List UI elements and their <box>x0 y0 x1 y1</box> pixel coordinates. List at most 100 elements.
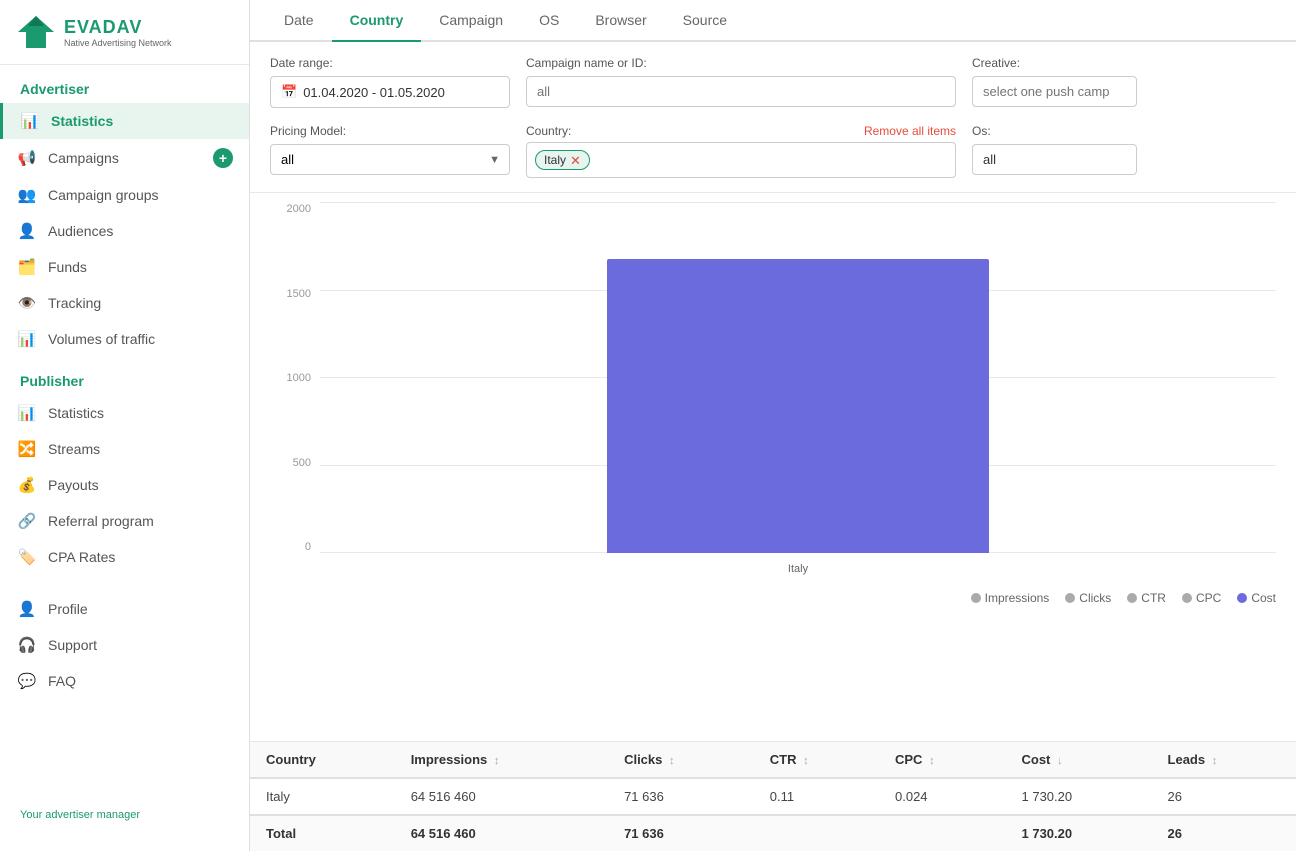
country-tag-italy: Italy ✕ <box>535 150 590 170</box>
os-filter-group: Os: all <box>972 124 1137 175</box>
table-header-row: CountryImpressions ↕Clicks ↕CTR ↕CPC ↕Co… <box>250 742 1296 778</box>
os-input[interactable]: all <box>972 144 1137 175</box>
cell-leads: 26 <box>1152 778 1296 815</box>
tab-campaign[interactable]: Campaign <box>421 0 521 42</box>
campaign-input[interactable] <box>526 76 956 107</box>
tab-country[interactable]: Country <box>332 0 422 42</box>
legend-item-clicks: Clicks <box>1065 591 1111 605</box>
cell-impressions: 64 516 460 <box>395 778 608 815</box>
footer-cell-clicks: 71 636 <box>608 815 754 851</box>
country-label: Country: <box>526 124 571 138</box>
sidebar-item-funds[interactable]: 🗂️ Funds <box>0 249 249 285</box>
table-body: Italy64 516 46071 6360.110.0241 730.2026 <box>250 778 1296 815</box>
date-range-input[interactable]: 📅 01.04.2020 - 01.05.2020 <box>270 76 510 108</box>
tab-source[interactable]: Source <box>665 0 745 42</box>
pricing-model-label: Pricing Model: <box>270 124 510 138</box>
os-value: all <box>983 152 996 167</box>
table-footer-row: Total64 516 46071 6361 730.2026 <box>250 815 1296 851</box>
sidebar-item-label-statistics: Statistics <box>51 113 113 129</box>
sort-icon: ↕ <box>929 755 935 767</box>
country-tags-box[interactable]: Italy ✕ <box>526 142 956 178</box>
publisher-section-label: Publisher <box>0 357 249 395</box>
sidebar-item-support[interactable]: 🎧 Support <box>0 627 249 663</box>
footer-cell-impressions: 64 516 460 <box>395 815 608 851</box>
chart-legend: Impressions Clicks CTR CPC Cost <box>270 583 1276 613</box>
table-row: Italy64 516 46071 6360.110.0241 730.2026 <box>250 778 1296 815</box>
pricing-model-select[interactable]: all CPC CPM CPA <box>270 144 510 175</box>
sidebar-item-label-audiences: Audiences <box>48 223 113 239</box>
sidebar-item-label-campaigns: Campaigns <box>48 150 119 166</box>
sidebar-item-campaign_groups[interactable]: 👥 Campaign groups <box>0 177 249 213</box>
chart-container: 0500100015002000 Italy <box>270 203 1276 583</box>
profile-icon: 👤 <box>16 600 38 618</box>
sidebar-item-pub_statistics[interactable]: 📊 Statistics <box>0 395 249 431</box>
cell-clicks: 71 636 <box>608 778 754 815</box>
col-header-clicks[interactable]: Clicks ↕ <box>608 742 754 778</box>
col-header-leads[interactable]: Leads ↕ <box>1152 742 1296 778</box>
bottom-nav: 👤 Profile 🎧 Support 💬 FAQ <box>0 591 249 699</box>
creative-text-input[interactable] <box>983 84 1126 99</box>
sidebar-item-label-payouts: Payouts <box>48 477 99 493</box>
country-filter-header: Country: Remove all items <box>526 124 956 138</box>
sidebar-item-label-tracking: Tracking <box>48 295 101 311</box>
sidebar-item-label-referral: Referral program <box>48 513 154 529</box>
tab-date[interactable]: Date <box>266 0 332 42</box>
footer-cell-leads: 26 <box>1152 815 1296 851</box>
legend-dot-cpc <box>1182 593 1192 603</box>
chart-y-labels: 0500100015002000 <box>270 203 315 553</box>
legend-item-ctr: CTR <box>1127 591 1166 605</box>
advertiser-manager: Your advertiser manager <box>0 799 249 831</box>
legend-label-ctr: CTR <box>1141 591 1166 605</box>
remove-tag-italy[interactable]: ✕ <box>570 154 581 167</box>
sidebar-item-statistics[interactable]: 📊 Statistics <box>0 103 249 139</box>
chart-area: 0500100015002000 Italy <box>250 193 1296 741</box>
col-header-ctr[interactable]: CTR ↕ <box>754 742 879 778</box>
sidebar-item-payouts[interactable]: 💰 Payouts <box>0 467 249 503</box>
funds-icon: 🗂️ <box>16 258 38 276</box>
y-label-4: 2000 <box>270 203 315 215</box>
legend-item-impressions: Impressions <box>971 591 1050 605</box>
tracking-icon: 👁️ <box>16 294 38 312</box>
remove-all-items-button[interactable]: Remove all items <box>864 124 956 138</box>
tab-browser[interactable]: Browser <box>577 0 664 42</box>
cell-cpc: 0.024 <box>879 778 1006 815</box>
campaign-text-input[interactable] <box>537 84 945 99</box>
sidebar: EVADAV Native Advertising Network Advert… <box>0 0 250 851</box>
creative-filter-group: Creative: <box>972 56 1137 107</box>
sidebar-item-audiences[interactable]: 👤 Audiences <box>0 213 249 249</box>
sidebar-item-volumes[interactable]: 📊 Volumes of traffic <box>0 321 249 357</box>
footer-cell-cost: 1 730.20 <box>1006 815 1152 851</box>
sidebar-item-profile[interactable]: 👤 Profile <box>0 591 249 627</box>
sidebar-item-cpa_rates[interactable]: 🏷️ CPA Rates <box>0 539 249 575</box>
campaigns-icon: 📢 <box>16 149 38 167</box>
sidebar-item-label-profile: Profile <box>48 601 88 617</box>
cpa_rates-icon: 🏷️ <box>16 548 38 566</box>
tab-os[interactable]: OS <box>521 0 577 42</box>
sidebar-item-referral[interactable]: 🔗 Referral program <box>0 503 249 539</box>
sort-icon: ↕ <box>669 755 675 767</box>
legend-label-cost: Cost <box>1251 591 1276 605</box>
sidebar-item-campaigns[interactable]: 📢 Campaigns + <box>0 139 249 177</box>
sidebar-item-label-faq: FAQ <box>48 673 76 689</box>
sidebar-item-tracking[interactable]: 👁️ Tracking <box>0 285 249 321</box>
campaign-filter-group: Campaign name or ID: <box>526 56 956 107</box>
add-campaign-button[interactable]: + <box>213 148 233 168</box>
creative-input[interactable] <box>972 76 1137 107</box>
country-tags-container: Italy ✕ <box>535 150 590 170</box>
bar-chart-bars: Italy <box>320 203 1276 553</box>
sidebar-item-faq[interactable]: 💬 FAQ <box>0 663 249 699</box>
sidebar-item-label-streams: Streams <box>48 441 100 457</box>
col-header-impressions[interactable]: Impressions ↕ <box>395 742 608 778</box>
referral-icon: 🔗 <box>16 512 38 530</box>
logo-text-main: EVADAV <box>64 17 172 38</box>
legend-item-cpc: CPC <box>1182 591 1221 605</box>
volumes-icon: 📊 <box>16 330 38 348</box>
col-header-cpc[interactable]: CPC ↕ <box>879 742 1006 778</box>
campaign_groups-icon: 👥 <box>16 186 38 204</box>
pub_statistics-icon: 📊 <box>16 404 38 422</box>
sort-icon: ↕ <box>1212 755 1218 767</box>
col-header-cost[interactable]: Cost ↓ <box>1006 742 1152 778</box>
chart-inner: Italy <box>320 203 1276 553</box>
sidebar-item-streams[interactable]: 🔀 Streams <box>0 431 249 467</box>
sidebar-item-label-pub_statistics: Statistics <box>48 405 104 421</box>
